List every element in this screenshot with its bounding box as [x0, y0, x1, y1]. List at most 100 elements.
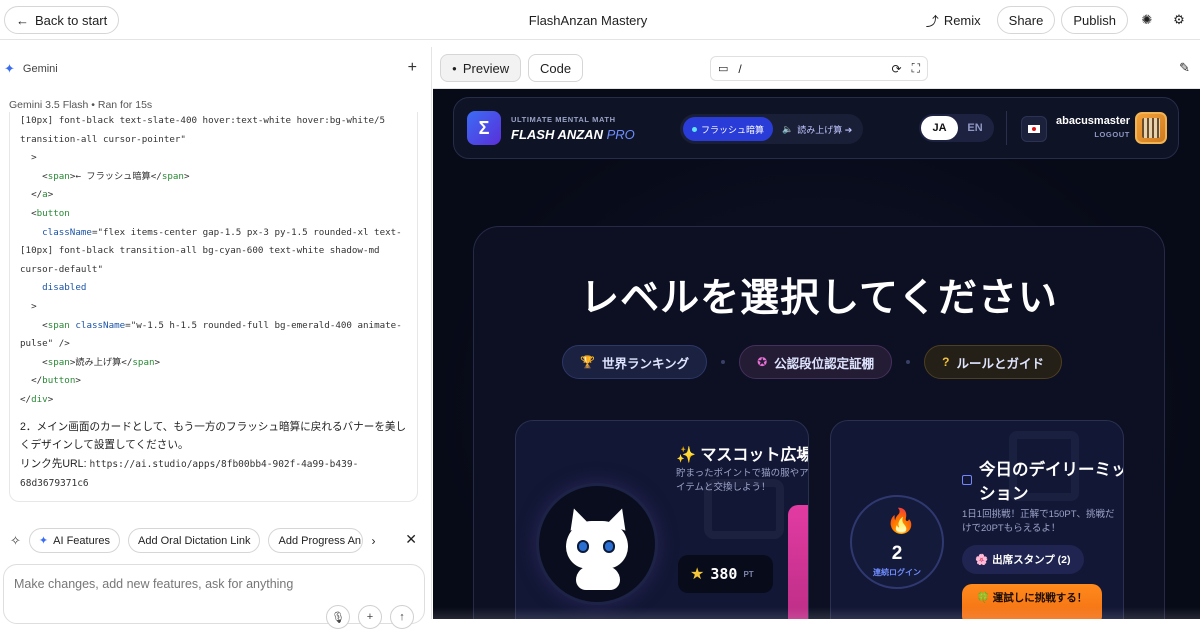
- chevron-right-icon[interactable]: ›: [371, 534, 375, 548]
- user-info: abacusmaster LOGOUT: [1056, 115, 1130, 139]
- lang-en-button[interactable]: EN: [958, 122, 992, 134]
- login-streak: 🔥 2 連続ログイン: [850, 495, 944, 589]
- code-line: className="flex items-center gap-1.5 px-…: [42, 226, 402, 238]
- cat-head: [566, 521, 628, 569]
- publish-button[interactable]: Publish: [1061, 6, 1128, 34]
- code-line: cursor-default": [20, 263, 103, 275]
- add-attachment-icon[interactable]: +: [358, 605, 382, 629]
- cat-eye: [577, 540, 589, 553]
- ranking-label: 世界ランキング: [601, 356, 690, 371]
- debug-icon[interactable]: ✺: [1134, 6, 1160, 34]
- top-bar: ← Back to start FlashAnzan Mastery ⤴ Rem…: [0, 0, 1200, 40]
- sparkle-icon: ✦: [38, 535, 49, 547]
- assistant-header: ✦ Gemini: [4, 61, 58, 77]
- user-message: 2．メイン画面のカードとして、もう一方のフラッシュ暗算に戻れるバナーを美しくデザ…: [20, 418, 407, 494]
- dot-icon: ●: [452, 63, 457, 73]
- device-icon[interactable]: ▭: [718, 62, 728, 75]
- certificate-shelf-button[interactable]: ✪ 公認段位認定証棚: [739, 345, 893, 379]
- chip-ai-features[interactable]: ✦ AI Features: [28, 528, 120, 553]
- certificate-label: 公認段位認定証棚: [774, 356, 875, 371]
- code-line: <span>← フラッシュ暗算</span>: [20, 170, 190, 182]
- new-chat-plus-icon[interactable]: +: [408, 59, 417, 77]
- mode-flash-button[interactable]: フラッシュ暗算: [683, 117, 774, 141]
- remix-button[interactable]: ⤴ Remix: [916, 6, 991, 34]
- mascot-plaza-card[interactable]: ✨ マスコット広場 貯まったポイントで猫の服やアイテムと交換しよう！ ★ 380…: [515, 420, 809, 619]
- attendance-stamp-button[interactable]: 🌸 出席スタンプ (2): [962, 545, 1084, 574]
- code-line: [10px] font-black transition-all bg-cyan…: [20, 245, 380, 257]
- daily-description: 1日1回挑戦！正解で150PT、挑戦だけで20PTもらえるよ！: [962, 509, 1115, 534]
- mode-switch: フラッシュ暗算 🔈 読み上げ算 ➔: [680, 114, 863, 144]
- page-title: レベルを選択してください: [580, 276, 1058, 321]
- logout-link[interactable]: LOGOUT: [1056, 130, 1130, 139]
- code-line: pulse" />: [20, 338, 70, 350]
- app-navbar: Σ ULTIMATE MENTAL MATH FLASH ANZAN PRO フ…: [453, 97, 1179, 159]
- code-line: disabled: [42, 282, 87, 294]
- world-ranking-button[interactable]: 🏆 世界ランキング: [562, 345, 708, 379]
- suggestion-chips: ✧ ✦ AI Features Add Oral Dictation Link …: [10, 528, 375, 553]
- code-line: </button>: [20, 375, 81, 387]
- refresh-icon[interactable]: ⟳: [892, 62, 902, 76]
- microphone-icon[interactable]: 🎙: [326, 605, 350, 629]
- code-line: </div>: [20, 393, 54, 405]
- daily-title: 今日のデイリーミッション: [979, 461, 1124, 503]
- speaker-icon: 🔈: [782, 123, 794, 134]
- active-dot: [692, 126, 697, 132]
- code-line: <span>読み上げ算</span>: [20, 356, 161, 368]
- points-badge: ★ 380 PT: [678, 555, 773, 593]
- mascot-description: 貯まったポイントで猫の服やアイテムと交換しよう！: [676, 468, 809, 493]
- brand-title: FLASH ANZAN PRO: [511, 127, 635, 142]
- fullscreen-icon[interactable]: ⛶: [912, 61, 920, 76]
- points-value: 380: [710, 565, 738, 583]
- shop-side-banner[interactable]: [788, 505, 808, 619]
- points-unit: PT: [743, 569, 754, 579]
- chip-add-oral-dictation-link[interactable]: Add Oral Dictation Link: [127, 528, 261, 553]
- input-placeholder: Make changes, add new features, ask for …: [14, 577, 294, 591]
- magic-wand-icon[interactable]: ✧: [10, 533, 21, 549]
- link-prefix: リンク先URL:: [20, 457, 90, 470]
- brand-main: FLASH ANZAN: [511, 127, 603, 142]
- send-icon[interactable]: ↑: [390, 605, 414, 629]
- code-line: [10px] font-black text-slate-400 hover:t…: [20, 115, 386, 126]
- tab-preview-label: Preview: [462, 60, 510, 76]
- close-icon[interactable]: ✕: [405, 531, 417, 548]
- mode-other-label: 読み上げ算 ➔: [797, 124, 853, 135]
- sparkles-icon: ✨: [676, 447, 696, 464]
- tab-preview[interactable]: ● Preview: [440, 54, 522, 82]
- code-line: >: [20, 300, 37, 312]
- code-line: >: [20, 152, 37, 164]
- sigma-logo: Σ: [467, 111, 501, 145]
- code-snippet: [10px] font-black text-slate-400 hover:t…: [20, 112, 407, 410]
- brand-pro: PRO: [606, 127, 635, 142]
- mascot-title: ✨ マスコット広場: [676, 441, 808, 465]
- username: abacusmaster: [1056, 115, 1130, 127]
- japan-flag-icon[interactable]: [1021, 116, 1047, 142]
- prompt-input[interactable]: Make changes, add new features, ask for …: [3, 564, 425, 629]
- top-actions: ⤴ Remix Share Publish ✺ ⚙: [916, 6, 1192, 34]
- mode-active-label: フラッシュ暗算: [701, 124, 765, 135]
- chip-label: AI Features: [53, 534, 110, 547]
- remix-icon: ⤴: [925, 13, 939, 29]
- help-circle-icon: ?: [942, 355, 950, 369]
- award-icon: ✪: [757, 355, 768, 369]
- abacus-avatar[interactable]: [1135, 112, 1167, 144]
- url-path: /: [738, 61, 742, 76]
- input-actions: 🎙 + ↑: [326, 605, 414, 629]
- streak-label: 連続ログイン: [873, 568, 921, 577]
- trophy-icon: 🏆: [580, 355, 595, 369]
- model-run-info: Gemini 3.5 Flash • Ran for 15s: [9, 99, 153, 111]
- tab-code[interactable]: Code: [528, 54, 584, 82]
- chip-add-progress[interactable]: Add Progress An: [268, 528, 364, 553]
- mode-dictation-link[interactable]: 🔈 読み上げ算 ➔: [777, 123, 857, 136]
- code-line: </a>: [20, 189, 54, 201]
- code-line: <button: [20, 207, 70, 219]
- chat-panel: ✦ Gemini + Gemini 3.5 Flash • Ran for 15…: [0, 47, 432, 629]
- lang-ja-button[interactable]: JA: [921, 116, 958, 140]
- separator-dot: [721, 360, 726, 364]
- settings-icon[interactable]: ⚙: [1166, 6, 1192, 34]
- annotate-icon[interactable]: ✎: [1179, 60, 1190, 76]
- url-bar[interactable]: ▭ / ⟳ ⛶: [710, 56, 928, 81]
- share-button[interactable]: Share: [996, 6, 1056, 34]
- preview-toolbar: ● Preview Code ▭ / ⟳ ⛶ ✎: [433, 47, 1200, 89]
- challenge-label: 運試しに挑戦する！: [992, 592, 1088, 604]
- rules-guide-button[interactable]: ? ルールとガイド: [924, 345, 1063, 379]
